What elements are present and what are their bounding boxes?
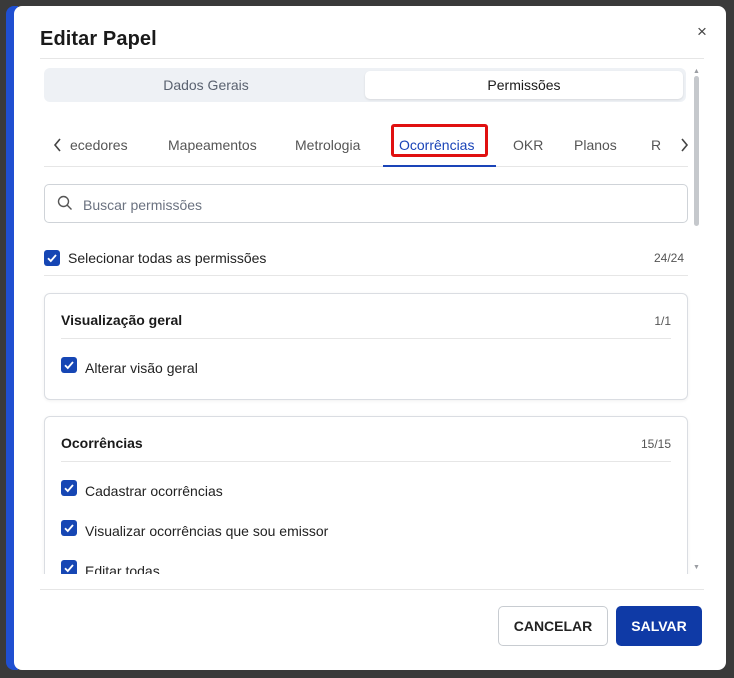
edit-role-dialog: Editar Papel × Dados Gerais Permissões e… bbox=[14, 6, 726, 670]
permission-tabs: ecedores Mapeamentos Metrologia Ocorrênc… bbox=[44, 124, 689, 167]
footer-divider bbox=[40, 589, 704, 590]
permission-label: Cadastrar ocorrências bbox=[85, 483, 223, 499]
tab-r[interactable]: R bbox=[651, 137, 661, 153]
tab-fornecedores[interactable]: ecedores bbox=[70, 137, 128, 153]
close-icon[interactable]: × bbox=[692, 22, 712, 42]
tab-ocorrencias[interactable]: Ocorrências bbox=[399, 137, 474, 153]
group-count: 1/1 bbox=[654, 314, 671, 328]
dialog-content: Dados Gerais Permissões ecedores Mapeame… bbox=[14, 64, 704, 574]
title-divider bbox=[40, 58, 704, 59]
permission-checkbox[interactable] bbox=[61, 560, 77, 574]
cancel-button[interactable]: CANCELAR bbox=[498, 606, 608, 646]
permission-group-visualizacao-geral: Visualização geral 1/1 Alterar visão ger… bbox=[44, 293, 688, 400]
chevron-left-icon[interactable] bbox=[50, 136, 66, 154]
permission-checkbox[interactable] bbox=[61, 357, 77, 373]
scroll-down-icon[interactable]: ▼ bbox=[693, 564, 700, 571]
segment-permissoes[interactable]: Permissões bbox=[365, 71, 683, 99]
search-field[interactable] bbox=[44, 184, 688, 224]
select-all-checkbox[interactable] bbox=[44, 250, 60, 266]
permission-label: Visualizar ocorrências que sou emissor bbox=[85, 523, 329, 539]
segmented-control: Dados Gerais Permissões bbox=[44, 68, 686, 102]
select-all-count: 24/24 bbox=[654, 251, 685, 265]
active-tab-underline bbox=[383, 165, 496, 167]
tab-planos[interactable]: Planos bbox=[574, 137, 617, 153]
permission-checkbox[interactable] bbox=[61, 520, 77, 536]
segment-dados-gerais[interactable]: Dados Gerais bbox=[47, 71, 365, 99]
group-count: 15/15 bbox=[640, 437, 671, 451]
search-input[interactable] bbox=[81, 185, 675, 224]
scroll-up-icon[interactable]: ▲ bbox=[693, 68, 700, 75]
tab-mapeamentos[interactable]: Mapeamentos bbox=[168, 137, 257, 153]
select-all-divider bbox=[44, 275, 688, 276]
permission-checkbox[interactable] bbox=[61, 480, 77, 496]
scrollbar-thumb[interactable] bbox=[694, 76, 699, 226]
search-icon bbox=[57, 195, 73, 211]
permission-label: Editar todas bbox=[85, 563, 160, 574]
save-button[interactable]: SALVAR bbox=[616, 606, 702, 646]
tab-metrologia[interactable]: Metrologia bbox=[295, 137, 360, 153]
permission-label: Alterar visão geral bbox=[85, 360, 198, 376]
select-all-label: Selecionar todas as permissões bbox=[68, 250, 267, 266]
permission-group-ocorrencias: Ocorrências 15/15 Cadastrar ocorrências … bbox=[44, 416, 688, 574]
group-divider bbox=[61, 461, 671, 462]
group-divider bbox=[61, 338, 671, 339]
group-title: Ocorrências bbox=[61, 435, 143, 451]
dialog-title: Editar Papel bbox=[40, 28, 157, 50]
chevron-right-icon[interactable] bbox=[676, 136, 692, 154]
tab-okr[interactable]: OKR bbox=[513, 137, 543, 153]
group-title: Visualização geral bbox=[61, 312, 183, 328]
